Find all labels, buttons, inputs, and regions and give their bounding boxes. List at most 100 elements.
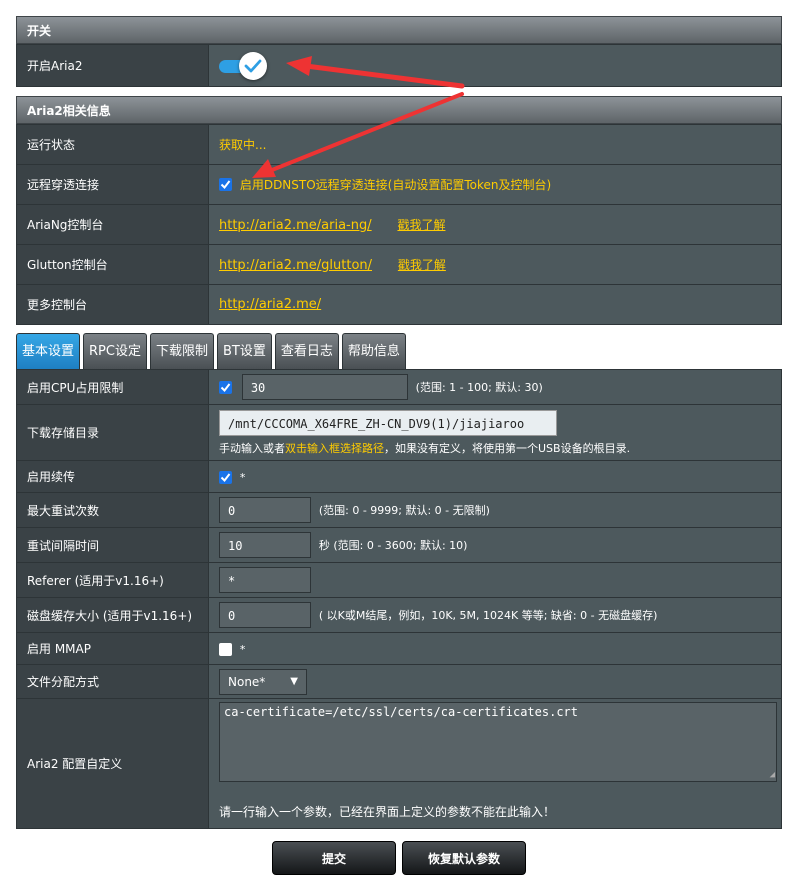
interval-input[interactable]: 10 xyxy=(219,532,311,558)
mmap-checkbox[interactable] xyxy=(219,642,232,656)
dir-cell: /mnt/CCCOMA_X64FRE_ZH-CN_DV9(1)/jiajiaro… xyxy=(208,404,782,461)
enable-aria2-toggle[interactable] xyxy=(219,51,269,81)
dir-hint: 手动输入或者双击输入框选择路径，如果没有定义，将使用第一个USB设备的根目录. xyxy=(219,440,781,456)
more-link[interactable]: http://aria2.me/ xyxy=(219,297,321,312)
retry-hint: (范围: 0 - 9999; 默认: 0 - 无限制) xyxy=(318,504,490,517)
info-table: 运行状态 获取中... 远程穿透连接 启用DDNSTO远程穿透连接(自动设置配置… xyxy=(16,124,782,325)
retry-row: 最大重试次数 0 (范围: 0 - 9999; 默认: 0 - 无限制) xyxy=(16,492,782,528)
toggle-knob xyxy=(239,51,267,80)
cache-row: 磁盘缓存大小 (适用于v1.16+) 0 ( 以K或M结尾，例如，10K, 5M… xyxy=(16,597,782,633)
glutton-label: Glutton控制台 xyxy=(16,244,209,285)
referer-row: Referer (适用于v1.16+) * xyxy=(16,562,782,598)
remote-cell: 启用DDNSTO远程穿透连接(自动设置配置Token及控制台) xyxy=(208,164,782,205)
resume-cell: * xyxy=(208,460,782,493)
interval-cell: 10 秒 (范围: 0 - 3600; 默认: 10) xyxy=(208,527,782,563)
check-icon xyxy=(220,382,231,392)
download-dir-input[interactable]: /mnt/CCCOMA_X64FRE_ZH-CN_DV9(1)/jiajiaro… xyxy=(219,409,557,436)
check-icon xyxy=(220,472,231,482)
cache-hint: ( 以K或M结尾，例如，10K, 5M, 1024K 等等; 缺省: 0 - 无… xyxy=(318,609,658,622)
glutton-cell: http://aria2.me/glutton/ 戳我了解 xyxy=(208,244,782,285)
retry-label: 最大重试次数 xyxy=(16,492,209,528)
enable-cell xyxy=(208,44,782,87)
alloc-row: 文件分配方式 None* ▼ xyxy=(16,664,782,699)
remote-label: 远程穿透连接 xyxy=(16,164,209,205)
resize-handle-icon[interactable]: ◢ xyxy=(770,770,775,780)
switch-section-title: 开关 xyxy=(16,16,782,44)
check-icon xyxy=(220,180,231,190)
remote-checkbox[interactable] xyxy=(219,178,232,191)
alloc-selected: None* xyxy=(228,674,266,689)
tab-download-limit[interactable]: 下载限制 xyxy=(149,333,214,369)
tab-help[interactable]: 帮助信息 xyxy=(341,333,406,369)
glutton-link[interactable]: http://aria2.me/glutton/ xyxy=(219,258,372,273)
resume-checkbox[interactable] xyxy=(219,470,232,484)
more-cell: http://aria2.me/ xyxy=(208,284,782,325)
custom-row: Aria2 配置自定义 ca-certificate=/etc/ssl/cert… xyxy=(16,698,782,829)
ariang-link[interactable]: http://aria2.me/aria-ng/ xyxy=(219,218,372,233)
ariang-cell: http://aria2.me/aria-ng/ 戳我了解 xyxy=(208,204,782,245)
cpu-row: 启用CPU占用限制 30 (范围: 1 - 100; 默认: 30) xyxy=(16,369,782,405)
cache-input[interactable]: 0 xyxy=(219,602,311,628)
cpu-label: 启用CPU占用限制 xyxy=(16,369,209,405)
resume-star: * xyxy=(239,470,246,484)
dir-hint-2: 双击输入框选择路径 xyxy=(285,441,384,455)
mmap-cell: * xyxy=(208,632,782,665)
custom-hint: 请一行输入一个参数，已经在界面上定义的参数不能在此输入！ xyxy=(219,805,556,819)
interval-hint: 秒 (范围: 0 - 3600; 默认: 10) xyxy=(318,539,468,552)
ariang-label: AriaNg控制台 xyxy=(16,204,209,245)
settings-tabs: 基本设置 RPC设定 下载限制 BT设置 查看日志 帮助信息 xyxy=(16,332,782,369)
action-buttons: 提交 恢复默认参数 xyxy=(16,841,782,875)
dir-label: 下载存储目录 xyxy=(16,404,209,461)
mmap-star: * xyxy=(239,642,246,656)
basic-settings-table: 启用CPU占用限制 30 (范围: 1 - 100; 默认: 30) 下载存储目… xyxy=(16,369,782,829)
alloc-select[interactable]: None* ▼ xyxy=(219,668,307,695)
tab-log[interactable]: 查看日志 xyxy=(274,333,339,369)
enable-label: 开启Aria2 xyxy=(16,44,209,87)
status-value: 获取中... xyxy=(208,124,782,165)
info-section-title: Aria2相关信息 xyxy=(16,96,782,124)
restore-defaults-button[interactable]: 恢复默认参数 xyxy=(402,841,526,875)
glutton-row: Glutton控制台 http://aria2.me/glutton/ 戳我了解 xyxy=(16,244,782,285)
submit-button[interactable]: 提交 xyxy=(272,841,396,875)
tab-bt[interactable]: BT设置 xyxy=(216,333,272,369)
dir-row: 下载存储目录 /mnt/CCCOMA_X64FRE_ZH-CN_DV9(1)/j… xyxy=(16,404,782,461)
cpu-limit-checkbox[interactable] xyxy=(219,380,232,394)
ariang-row: AriaNg控制台 http://aria2.me/aria-ng/ 戳我了解 xyxy=(16,204,782,245)
chevron-down-icon: ▼ xyxy=(290,675,298,687)
dir-hint-3: ，如果没有定义，将使用第一个USB设备的根目录. xyxy=(384,441,631,455)
referer-input[interactable]: * xyxy=(219,567,311,593)
settings-frame: 开关 开启Aria2 Aria2相关信息 运行状态 获取中... 远程穿透连接 xyxy=(16,16,782,875)
custom-cell: ca-certificate=/etc/ssl/certs/ca-certifi… xyxy=(208,698,782,829)
cpu-cell: 30 (范围: 1 - 100; 默认: 30) xyxy=(208,369,782,405)
tab-basic[interactable]: 基本设置 xyxy=(16,333,81,369)
check-icon xyxy=(244,59,262,72)
dir-hint-1: 手动输入或者 xyxy=(219,441,285,455)
mmap-row: 启用 MMAP * xyxy=(16,632,782,665)
tab-rpc[interactable]: RPC设定 xyxy=(83,333,147,369)
retry-input[interactable]: 0 xyxy=(219,497,311,523)
cache-label: 磁盘缓存大小 (适用于v1.16+) xyxy=(16,597,209,633)
referer-label: Referer (适用于v1.16+) xyxy=(16,562,209,598)
interval-row: 重试间隔时间 10 秒 (范围: 0 - 3600; 默认: 10) xyxy=(16,527,782,563)
retry-cell: 0 (范围: 0 - 9999; 默认: 0 - 无限制) xyxy=(208,492,782,528)
remote-text: 启用DDNSTO远程穿透连接(自动设置配置Token及控制台) xyxy=(239,178,552,192)
alloc-label: 文件分配方式 xyxy=(16,664,209,699)
status-row: 运行状态 获取中... xyxy=(16,124,782,165)
interval-label: 重试间隔时间 xyxy=(16,527,209,563)
more-row: 更多控制台 http://aria2.me/ xyxy=(16,284,782,325)
ariang-more-link[interactable]: 戳我了解 xyxy=(397,218,445,232)
status-label: 运行状态 xyxy=(16,124,209,165)
referer-cell: * xyxy=(208,562,782,598)
custom-label: Aria2 配置自定义 xyxy=(16,698,209,829)
cpu-limit-input[interactable]: 30 xyxy=(241,374,408,400)
custom-config-textarea[interactable]: ca-certificate=/etc/ssl/certs/ca-certifi… xyxy=(219,702,777,782)
resume-label: 启用续传 xyxy=(16,460,209,493)
enable-row: 开启Aria2 xyxy=(16,44,782,87)
glutton-more-link[interactable]: 戳我了解 xyxy=(398,258,446,272)
mmap-label: 启用 MMAP xyxy=(16,632,209,665)
resume-row: 启用续传 * xyxy=(16,460,782,493)
remote-row: 远程穿透连接 启用DDNSTO远程穿透连接(自动设置配置Token及控制台) xyxy=(16,164,782,205)
switch-table: 开启Aria2 xyxy=(16,44,782,87)
cpu-hint: (范围: 1 - 100; 默认: 30) xyxy=(415,381,543,394)
cache-cell: 0 ( 以K或M结尾，例如，10K, 5M, 1024K 等等; 缺省: 0 -… xyxy=(208,597,782,633)
